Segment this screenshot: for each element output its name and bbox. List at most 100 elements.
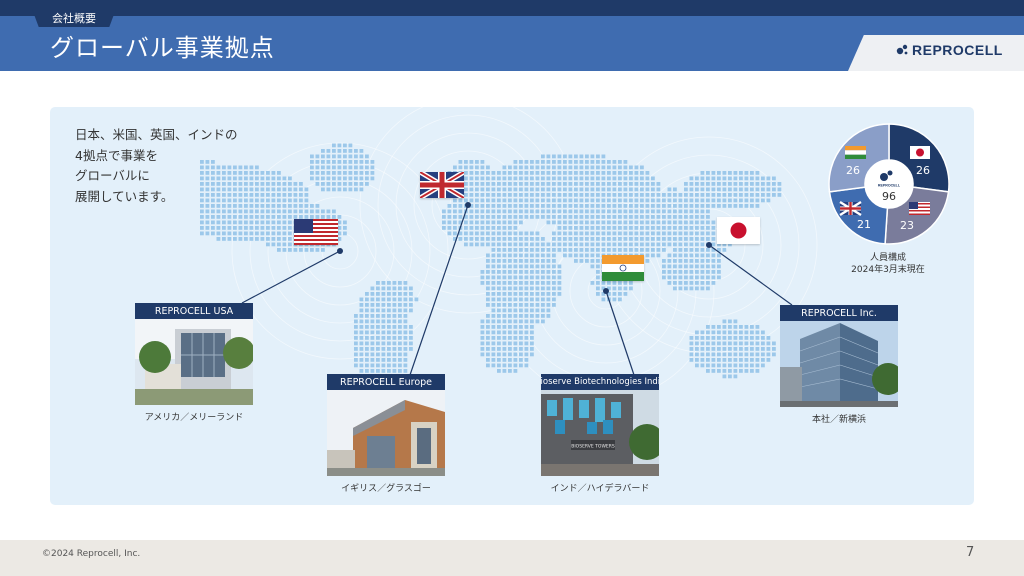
map-dot — [777, 187, 782, 192]
map-dot — [513, 363, 518, 368]
map-dot — [761, 330, 765, 335]
map-dot — [453, 220, 457, 225]
map-dot — [508, 314, 512, 318]
map-dot — [315, 248, 320, 252]
map-dot — [711, 264, 716, 269]
map-dot — [387, 325, 391, 329]
map-dot — [596, 292, 600, 296]
map-dot — [249, 176, 254, 181]
map-dot — [744, 347, 749, 351]
map-dot — [370, 160, 375, 164]
map-dot — [596, 259, 600, 263]
map-dot — [513, 347, 518, 351]
map-dot — [574, 182, 578, 186]
map-dot — [491, 358, 496, 362]
map-dot — [480, 165, 485, 170]
map-dot — [403, 336, 408, 340]
map-dot — [392, 330, 397, 335]
map-dot — [662, 237, 666, 241]
map-dot — [370, 171, 375, 175]
map-dot — [249, 226, 254, 230]
map-dot — [480, 270, 485, 274]
connector-india — [605, 290, 635, 376]
map-dot — [491, 198, 496, 203]
map-dot — [700, 198, 705, 203]
map-dot — [304, 209, 309, 214]
map-dot — [766, 193, 771, 197]
map-dot — [447, 209, 452, 214]
map-dot — [656, 237, 661, 241]
map-dot — [722, 325, 727, 329]
map-dot — [585, 182, 589, 186]
map-dot — [442, 226, 446, 230]
map-dot — [535, 292, 540, 296]
map-dot — [541, 297, 545, 302]
map-dot — [497, 308, 501, 313]
map-dot — [711, 336, 716, 340]
map-dot — [288, 182, 292, 186]
map-dot — [618, 176, 622, 181]
map-dot — [392, 286, 397, 291]
map-dot — [447, 226, 452, 230]
map-dot — [750, 347, 754, 351]
map-dot — [552, 259, 556, 263]
map-dot — [733, 198, 738, 203]
map-dot — [519, 330, 523, 335]
map-dot — [524, 358, 529, 362]
map-dot — [458, 165, 463, 170]
map-dot — [733, 352, 738, 357]
map-dot — [530, 325, 534, 329]
map-dot — [348, 187, 353, 192]
map-dot — [508, 358, 512, 362]
map-dot — [557, 171, 562, 175]
map-dot — [596, 171, 600, 175]
map-dot — [695, 275, 699, 280]
map-dot — [695, 220, 699, 225]
map-dot — [343, 220, 347, 225]
map-dot — [706, 204, 710, 208]
map-dot — [293, 198, 298, 203]
map-dot — [711, 187, 716, 192]
map-dot — [711, 275, 716, 280]
map-dot — [640, 215, 644, 219]
map-dot — [337, 160, 342, 164]
map-dot — [722, 176, 727, 181]
map-dot — [205, 220, 210, 225]
map-dot — [722, 336, 727, 340]
map-dot — [634, 209, 639, 214]
map-dot — [541, 303, 545, 307]
map-dot — [480, 198, 485, 203]
map-dot — [277, 176, 281, 181]
map-dot — [546, 248, 551, 252]
map-dot — [607, 193, 611, 197]
map-dot — [216, 237, 221, 241]
map-dot — [706, 171, 710, 175]
map-dot — [491, 248, 496, 252]
map-dot — [244, 204, 248, 208]
map-dot — [568, 253, 573, 258]
map-dot — [552, 231, 556, 236]
map-dot — [266, 220, 270, 225]
map-dot — [266, 237, 270, 241]
map-dot — [530, 297, 534, 302]
map-dot — [491, 308, 496, 313]
map-dot — [365, 358, 369, 362]
map-dot — [667, 264, 672, 269]
map-dot — [486, 253, 490, 258]
map-dot — [568, 242, 573, 247]
map-dot — [370, 297, 375, 302]
staff-caption: 人員構成 2024年3月末現在 — [838, 252, 938, 276]
map-dot — [744, 352, 749, 357]
map-dot — [513, 160, 518, 164]
map-dot — [607, 198, 611, 203]
map-dot — [744, 182, 749, 186]
map-dot — [695, 204, 699, 208]
map-dot — [486, 341, 490, 346]
map-dot — [238, 220, 243, 225]
map-dot — [524, 242, 529, 247]
map-dot — [700, 204, 705, 208]
map-dot — [706, 275, 710, 280]
map-dot — [480, 182, 485, 186]
map-dot — [535, 209, 540, 214]
map-dot — [722, 341, 727, 346]
